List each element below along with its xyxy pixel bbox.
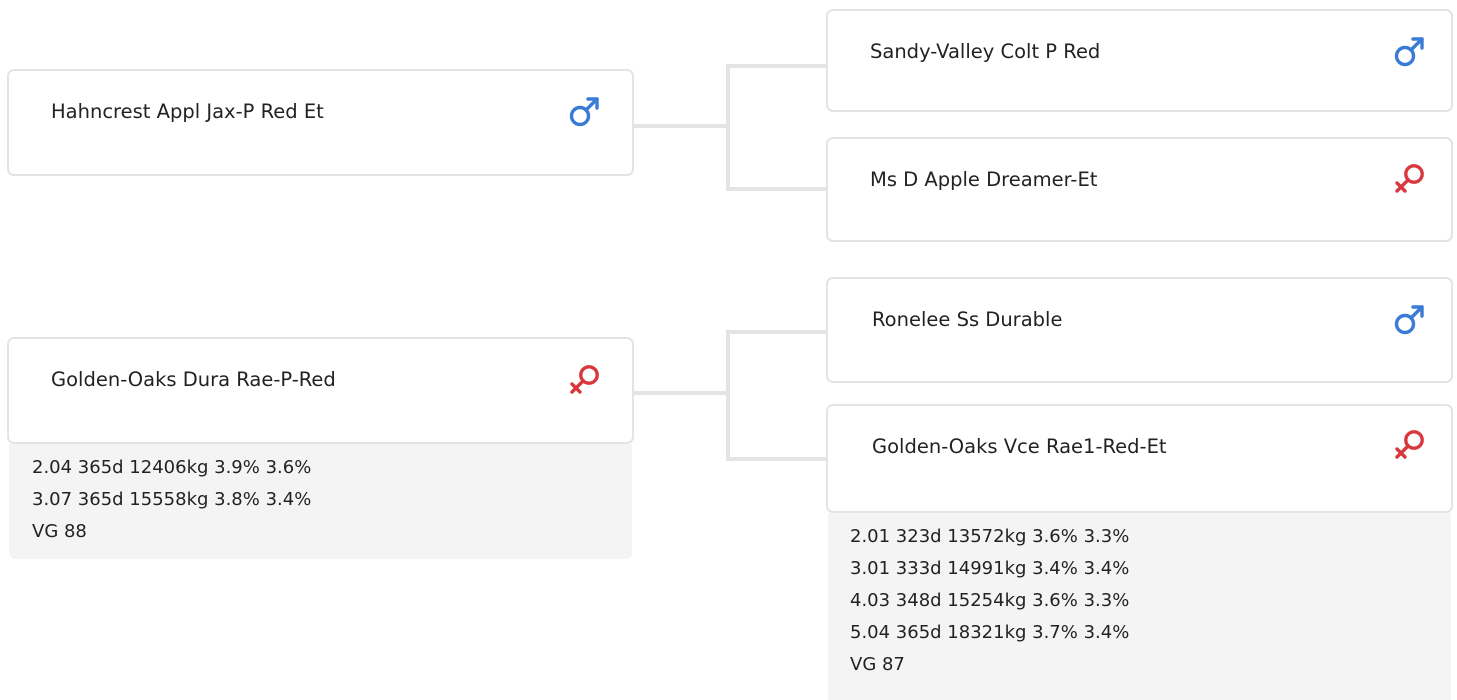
sire-card[interactable]: Hahncrest Appl Jax-P Red Et — [7, 69, 634, 176]
dam-dam-card[interactable]: Golden-Oaks Vce Rae1-Red-Et — [826, 404, 1453, 513]
sire-name: Hahncrest Appl Jax-P Red Et — [51, 100, 324, 123]
connector-dam-vertical — [726, 330, 730, 461]
sire-dam-card[interactable]: Ms D Apple Dreamer-Et — [826, 137, 1453, 242]
sire-sire-card[interactable]: Sandy-Valley Colt P Red — [826, 9, 1453, 112]
classification-score: VG 88 — [32, 521, 87, 542]
record-line: 5.04 365d 18321kg 3.7% 3.4% — [850, 622, 1130, 643]
connector-dam-top — [726, 330, 828, 334]
connector-sire-bottom — [726, 187, 828, 191]
male-icon — [567, 94, 603, 130]
dam-dam-name: Golden-Oaks Vce Rae1-Red-Et — [872, 435, 1167, 458]
female-icon — [567, 362, 603, 398]
record-line: 3.01 333d 14991kg 3.4% 3.4% — [850, 558, 1130, 579]
male-icon — [1392, 34, 1428, 70]
classification-score: VG 87 — [850, 654, 905, 675]
record-line: 2.01 323d 13572kg 3.6% 3.3% — [850, 526, 1130, 547]
dam-records: 2.04 365d 12406kg 3.9% 3.6% 3.07 365d 15… — [9, 444, 632, 559]
dam-card[interactable]: Golden-Oaks Dura Rae-P-Red — [7, 337, 634, 444]
female-icon — [1392, 161, 1428, 197]
dam-sire-card[interactable]: Ronelee Ss Durable — [826, 277, 1453, 383]
dam-sire-name: Ronelee Ss Durable — [872, 308, 1063, 331]
connector-dam-bottom — [726, 457, 828, 461]
connector-sire-vertical — [726, 64, 730, 191]
connector-sire-top — [726, 64, 828, 68]
connector-dam-stem — [632, 391, 730, 395]
sire-dam-name: Ms D Apple Dreamer-Et — [870, 168, 1098, 191]
female-icon — [1392, 427, 1428, 463]
record-line: 2.04 365d 12406kg 3.9% 3.6% — [32, 457, 312, 478]
male-icon — [1392, 302, 1428, 338]
dam-dam-records: 2.01 323d 13572kg 3.6% 3.3% 3.01 333d 14… — [828, 513, 1451, 700]
dam-name: Golden-Oaks Dura Rae-P-Red — [51, 368, 336, 391]
connector-sire-stem — [632, 124, 730, 128]
record-line: 4.03 348d 15254kg 3.6% 3.3% — [850, 590, 1130, 611]
sire-sire-name: Sandy-Valley Colt P Red — [870, 40, 1101, 63]
record-line: 3.07 365d 15558kg 3.8% 3.4% — [32, 489, 312, 510]
